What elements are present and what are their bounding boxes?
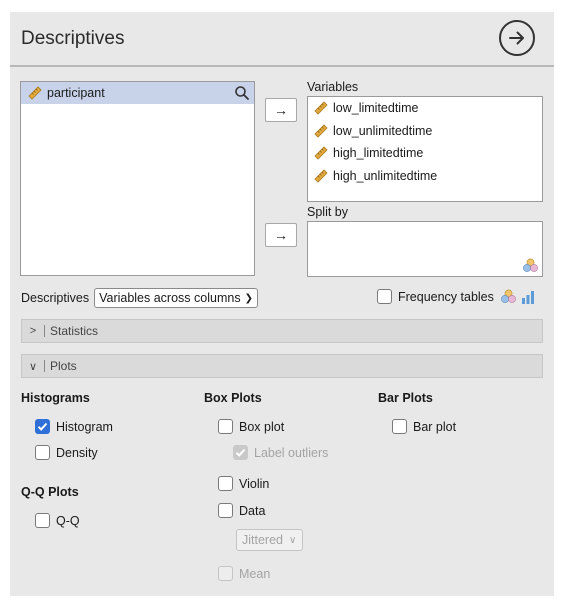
density-option[interactable]: Density	[35, 445, 98, 460]
chevron-right-icon: >	[29, 325, 37, 337]
bar-plot-label: Bar plot	[413, 419, 457, 434]
data-checkbox[interactable]	[218, 503, 233, 518]
source-variable-list[interactable]: participant	[20, 81, 255, 276]
statistics-section-label: Statistics	[50, 324, 99, 338]
arrow-right-icon: →	[274, 227, 288, 243]
section-divider	[44, 360, 45, 372]
run-arrow-button[interactable]	[499, 20, 535, 56]
histogram-label: Histogram	[56, 419, 113, 434]
box-plots-heading: Box Plots	[204, 391, 262, 405]
move-to-variables-button[interactable]: →	[265, 98, 297, 122]
variable-label: low_unlimitedtime	[333, 123, 433, 138]
split-by-label: Split by	[307, 205, 348, 219]
arrow-right-circle-icon	[509, 31, 524, 45]
plots-section-label: Plots	[50, 359, 77, 373]
qq-label: Q-Q	[56, 513, 80, 528]
chevron-down-icon: ❯	[244, 292, 253, 304]
statistics-section-header[interactable]: > Statistics	[21, 319, 543, 343]
arrow-right-icon: →	[274, 102, 288, 118]
nominal-ordinal-variable-icon	[523, 258, 538, 272]
box-plot-option[interactable]: Box plot	[218, 419, 284, 434]
plots-section-header[interactable]: ∨ Plots	[21, 354, 543, 378]
search-icon[interactable]	[234, 85, 250, 101]
box-plot-checkbox[interactable]	[218, 419, 233, 434]
mean-checkbox[interactable]	[218, 566, 233, 581]
frequency-tables-label: Frequency tables	[398, 289, 494, 304]
label-outliers-checkbox[interactable]	[233, 445, 248, 460]
list-item[interactable]: high_limitedtime	[308, 142, 542, 165]
variable-label: low_limitedtime	[333, 101, 419, 116]
list-item[interactable]: participant	[21, 82, 254, 104]
chevron-down-icon: ∨	[289, 534, 297, 546]
density-checkbox[interactable]	[35, 445, 50, 460]
violin-option[interactable]: Violin	[218, 476, 269, 491]
density-label: Density	[56, 445, 98, 460]
split-by-list[interactable]	[307, 221, 543, 277]
mean-option[interactable]: Mean	[218, 566, 270, 581]
bar-plots-heading: Bar Plots	[378, 391, 433, 405]
header-divider	[10, 65, 554, 67]
bar-chart-icon	[521, 290, 534, 304]
layout-select-value: Variables across columns	[99, 291, 241, 305]
list-item[interactable]: low_limitedtime	[308, 97, 542, 120]
list-item[interactable]: high_unlimitedtime	[308, 165, 542, 188]
qq-option[interactable]: Q-Q	[35, 513, 80, 528]
violin-checkbox[interactable]	[218, 476, 233, 491]
ruler-icon	[314, 146, 328, 160]
data-option[interactable]: Data	[218, 503, 265, 518]
box-plot-label: Box plot	[239, 419, 285, 434]
data-label: Data	[239, 503, 266, 518]
ruler-icon	[314, 124, 328, 138]
section-divider	[44, 325, 45, 337]
label-outliers-option[interactable]: Label outliers	[233, 445, 328, 460]
violin-label: Violin	[239, 476, 270, 491]
bar-plot-option[interactable]: Bar plot	[392, 419, 456, 434]
list-item[interactable]: low_unlimitedtime	[308, 120, 542, 143]
checkmark-icon	[37, 422, 48, 431]
descriptives-layout-row: Descriptives Variables across columns ❯	[21, 288, 258, 308]
histogram-option[interactable]: Histogram	[35, 419, 113, 434]
descriptives-label: Descriptives	[21, 291, 90, 305]
variable-label: high_limitedtime	[333, 146, 424, 161]
variable-label: participant	[47, 86, 105, 100]
ruler-icon	[314, 169, 328, 183]
qq-plots-heading: Q-Q Plots	[21, 485, 79, 499]
mean-label: Mean	[239, 566, 271, 581]
ruler-icon	[314, 101, 328, 115]
bar-plot-checkbox[interactable]	[392, 419, 407, 434]
descriptives-panel: Descriptives participant → → Variables l…	[10, 12, 554, 596]
variables-label: Variables	[307, 80, 359, 94]
qq-checkbox[interactable]	[35, 513, 50, 528]
frequency-tables-checkbox[interactable]	[377, 289, 392, 304]
variables-list[interactable]: low_limitedtime low_unlimitedtime high_l…	[307, 96, 543, 202]
move-to-split-button[interactable]: →	[265, 223, 297, 247]
ruler-icon	[28, 86, 42, 100]
jitter-select[interactable]: Jittered ∨	[236, 529, 303, 551]
variable-label: high_unlimitedtime	[333, 168, 438, 183]
histograms-heading: Histograms	[21, 391, 90, 405]
chevron-down-icon: ∨	[28, 360, 38, 373]
page-title: Descriptives	[21, 28, 125, 49]
histogram-checkbox[interactable]	[35, 419, 50, 434]
layout-select[interactable]: Variables across columns ❯	[94, 288, 258, 308]
jitter-select-value: Jittered	[242, 533, 283, 547]
frequency-tables-option[interactable]: Frequency tables	[377, 289, 535, 304]
checkmark-icon	[235, 448, 246, 457]
label-outliers-label: Label outliers	[254, 445, 329, 460]
nominal-ordinal-variable-icon	[500, 289, 516, 303]
